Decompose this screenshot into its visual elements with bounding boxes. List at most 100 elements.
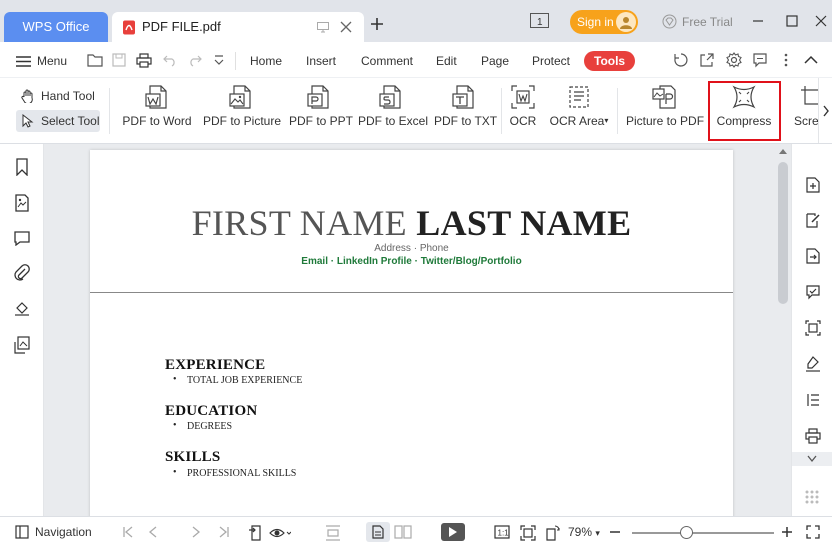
save-icon[interactable]: [112, 53, 126, 67]
chat-icon[interactable]: [752, 52, 768, 68]
two-page-view-icon[interactable]: [394, 525, 412, 539]
pdf-to-txt-button[interactable]: PDF to TXT: [434, 84, 498, 134]
pdf-to-word-button[interactable]: PDF to Word: [122, 84, 192, 134]
page-count-text: 1: [537, 17, 543, 28]
free-trial-button[interactable]: Free Trial: [662, 14, 733, 30]
right-sidebar: [791, 144, 832, 516]
play-slideshow-button[interactable]: [441, 523, 465, 541]
ocr-area-button[interactable]: OCR Area▾: [549, 84, 609, 134]
section-heading-skills: SKILLS: [165, 449, 221, 465]
picture-to-pdf-button[interactable]: Picture to PDF: [626, 84, 705, 134]
picture-to-pdf-label: Picture to PDF: [626, 114, 705, 128]
hand-tool-button[interactable]: Hand Tool: [16, 85, 100, 107]
zoom-in-icon[interactable]: [781, 525, 793, 539]
zoom-out-icon[interactable]: [609, 525, 621, 539]
print-panel-icon[interactable]: [805, 428, 821, 444]
apps-grid-icon[interactable]: [805, 490, 819, 504]
picture-to-pdf-icon: [652, 85, 676, 109]
document-canvas[interactable]: FIRST NAME LAST NAME Address · Phone Ema…: [44, 144, 775, 516]
tab-protect[interactable]: Protect: [532, 51, 570, 71]
sign-in-button[interactable]: Sign in: [570, 10, 638, 34]
attachment-icon[interactable]: [14, 264, 30, 282]
scrollbar-thumb[interactable]: [778, 162, 788, 304]
tab-edit[interactable]: Edit: [436, 51, 457, 71]
share-icon[interactable]: [699, 52, 715, 68]
print-icon[interactable]: [136, 53, 152, 68]
actual-size-icon[interactable]: 1:1: [494, 525, 510, 539]
pen-sign-icon[interactable]: [805, 356, 821, 372]
tab-tools[interactable]: Tools: [584, 51, 636, 71]
pdf-to-excel-button[interactable]: PDF to Excel: [358, 84, 429, 134]
reading-mode-icon[interactable]: [248, 525, 264, 541]
ribbon-scroll-right[interactable]: [818, 78, 832, 143]
page-width-icon[interactable]: [325, 525, 341, 541]
close-window-icon[interactable]: [815, 14, 827, 28]
status-bar: Navigation 1:1 79% ▾: [0, 516, 832, 546]
vertical-scrollbar[interactable]: [775, 144, 791, 516]
tab-wps-office[interactable]: WPS Office: [4, 12, 108, 42]
tab-home[interactable]: Home: [250, 51, 282, 71]
tab-page[interactable]: Page: [481, 51, 509, 71]
scroll-up-icon[interactable]: [779, 148, 787, 154]
zoom-slider-handle[interactable]: [680, 526, 693, 539]
pdf-to-picture-button[interactable]: PDF to Picture: [203, 84, 281, 134]
scan-frame-icon[interactable]: [805, 320, 821, 336]
previous-page-icon[interactable]: [148, 525, 158, 539]
navigation-panel-icon[interactable]: [15, 525, 29, 539]
zoom-level[interactable]: 79% ▾: [568, 525, 600, 540]
tab-document[interactable]: PDF FILE.pdf: [112, 12, 364, 42]
undo-icon[interactable]: [163, 53, 177, 67]
more-options-icon[interactable]: [783, 52, 789, 68]
annotate-icon[interactable]: [805, 212, 821, 228]
ocr-label: OCR: [509, 114, 537, 128]
thumbnail-icon[interactable]: [14, 194, 30, 212]
hand-icon: [21, 89, 33, 103]
diamond-icon: [662, 14, 677, 29]
close-tab-icon[interactable]: [340, 21, 352, 33]
left-sidebar: [0, 144, 44, 516]
single-page-view-button[interactable]: [366, 522, 390, 542]
signature-icon[interactable]: [14, 301, 30, 317]
zoom-slider-track[interactable]: [632, 532, 774, 534]
menu-label: Menu: [37, 54, 68, 68]
pdf-to-txt-label: PDF to TXT: [434, 114, 498, 128]
customize-dropdown-icon[interactable]: [214, 53, 224, 67]
first-page-icon[interactable]: [122, 525, 134, 539]
minimize-icon[interactable]: [752, 14, 764, 28]
fullscreen-icon[interactable]: [806, 525, 820, 539]
image-export-icon[interactable]: [14, 336, 30, 354]
eye-protection-icon[interactable]: [269, 525, 291, 541]
rotate-icon[interactable]: [546, 525, 560, 541]
settings-icon[interactable]: [726, 52, 742, 68]
select-tool-button[interactable]: Select Tool: [16, 110, 100, 132]
redo-icon[interactable]: [188, 53, 202, 67]
comment-icon[interactable]: [14, 230, 30, 246]
bullet-item-skills: PROFESSIONAL SKILLS: [173, 467, 296, 479]
edit-document-icon[interactable]: [805, 177, 821, 193]
new-tab-icon[interactable]: [370, 17, 384, 31]
ocr-button[interactable]: OCR: [508, 84, 538, 134]
sign-in-label: Sign in: [577, 15, 614, 29]
pdf-to-word-label: PDF to Word: [122, 114, 192, 128]
fit-page-icon[interactable]: [520, 525, 536, 541]
document-tab-title: PDF FILE.pdf: [142, 19, 221, 34]
page-count-badge[interactable]: 1: [530, 13, 552, 29]
maximize-icon[interactable]: [786, 14, 798, 28]
collapse-ribbon-icon[interactable]: [803, 52, 819, 68]
menu-button[interactable]: Menu: [16, 53, 67, 69]
sync-icon[interactable]: [673, 52, 689, 68]
compare-icon[interactable]: [805, 392, 821, 408]
navigation-label[interactable]: Navigation: [35, 525, 92, 539]
monitor-icon[interactable]: [317, 22, 329, 33]
convert-doc-icon[interactable]: [805, 248, 821, 264]
form-icon[interactable]: [805, 284, 821, 300]
last-page-icon[interactable]: [218, 525, 230, 539]
tab-insert[interactable]: Insert: [306, 51, 336, 71]
next-page-icon[interactable]: [191, 525, 201, 539]
collapse-panel-button[interactable]: [792, 452, 832, 466]
tab-comment[interactable]: Comment: [361, 51, 413, 71]
pdf-to-excel-label: PDF to Excel: [358, 114, 429, 128]
open-folder-icon[interactable]: [87, 53, 103, 67]
pdf-to-ppt-button[interactable]: PDF to PPT: [289, 84, 353, 134]
bookmark-icon[interactable]: [14, 158, 30, 176]
